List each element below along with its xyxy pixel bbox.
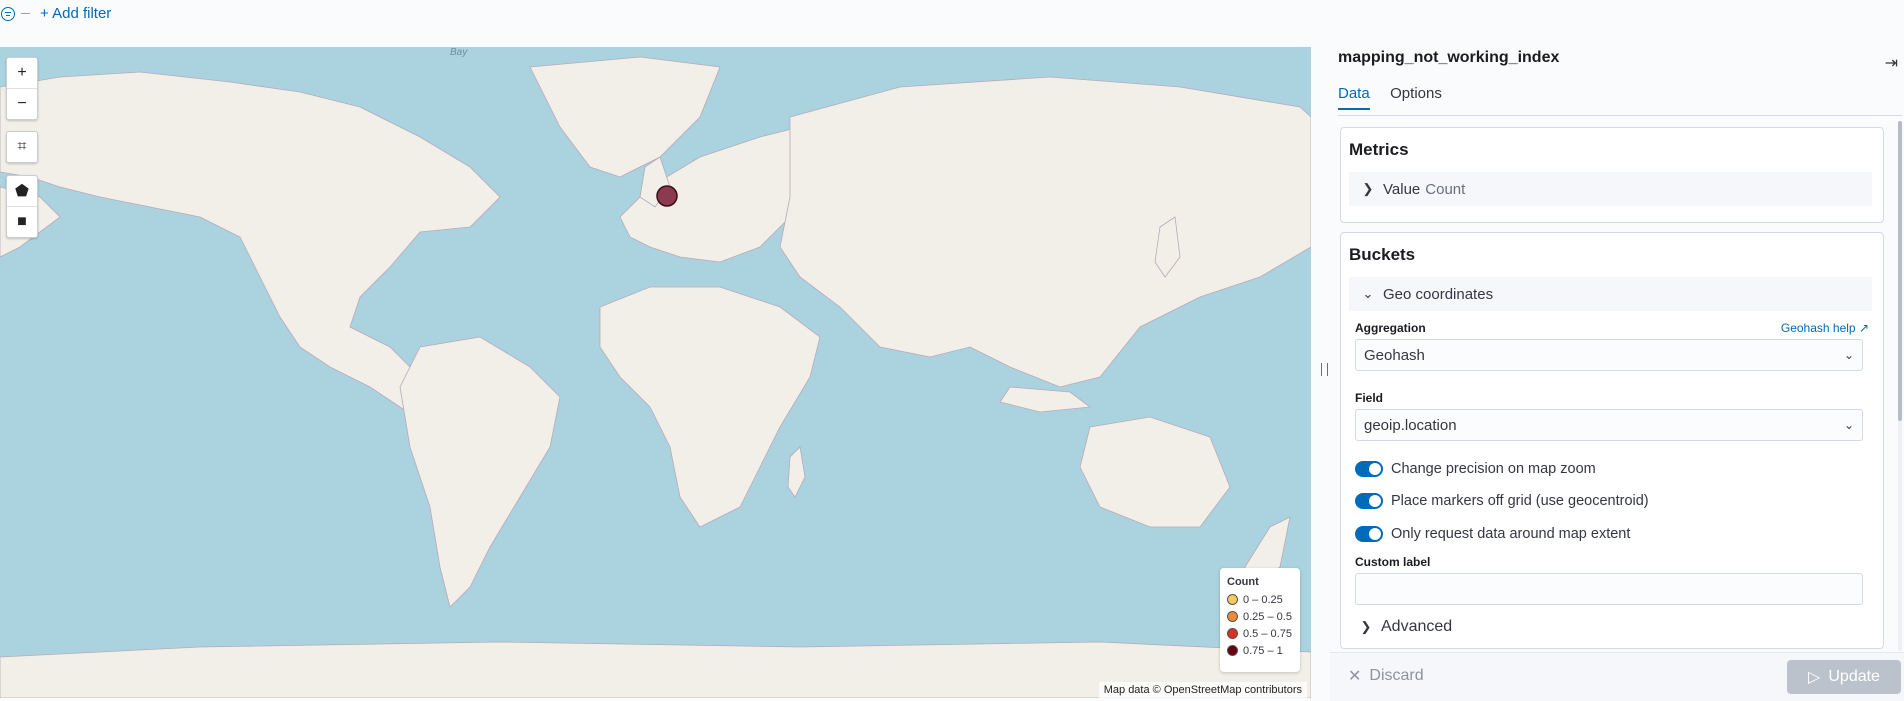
rectangle-icon: ■ xyxy=(17,213,27,230)
aggregation-select[interactable]: Geohash ⌄ xyxy=(1355,339,1863,371)
field-value: geoip.location xyxy=(1364,416,1457,434)
fit-bounds-control: ⌗ xyxy=(6,131,38,163)
switch-label: Change precision on map zoom xyxy=(1391,461,1596,477)
switch-knob xyxy=(1369,528,1381,540)
map-canvas[interactable]: Bay + − ⌗ ⬟ ■ Count 0 – 0.25 0.25 – 0.5 … xyxy=(0,47,1311,698)
legend-swatch xyxy=(1227,645,1238,656)
zoom-out-button[interactable]: − xyxy=(7,88,37,119)
switch-knob xyxy=(1369,463,1381,475)
discard-button[interactable]: ✕ Discard xyxy=(1348,666,1424,686)
buckets-title: Buckets xyxy=(1349,245,1416,264)
map-attribution[interactable]: Map data © OpenStreetMap contributors xyxy=(1098,682,1307,698)
zoom-in-icon: + xyxy=(17,64,27,81)
draw-rectangle-button[interactable]: ■ xyxy=(7,206,37,237)
external-link-icon: ↗ xyxy=(1858,321,1869,335)
aggregation-label: Aggregation xyxy=(1355,321,1426,335)
geocentroid-switch-row: Place markers off grid (use geocentroid) xyxy=(1355,493,1649,509)
close-icon: ✕ xyxy=(1348,668,1362,685)
advanced-label: Advanced xyxy=(1381,618,1453,635)
filter-icon[interactable] xyxy=(1,7,15,21)
chevron-down-icon: ⌄ xyxy=(1843,348,1854,362)
map-legend: Count 0 – 0.25 0.25 – 0.5 0.5 – 0.75 0.7… xyxy=(1220,568,1300,672)
legend-label: 0.5 – 0.75 xyxy=(1243,627,1292,640)
filter-divider xyxy=(21,13,30,14)
add-filter-link[interactable]: + Add filter xyxy=(40,5,111,22)
metrics-title: Metrics xyxy=(1349,140,1409,159)
chevron-right-icon: ❯ xyxy=(1360,619,1372,634)
geohash-help-link[interactable]: Geohash help ↗ xyxy=(1781,321,1869,335)
play-icon: ▷ xyxy=(1808,669,1821,686)
metrics-panel: Metrics ❯ Value Count xyxy=(1340,127,1884,223)
extent-switch-row: Only request data around map extent xyxy=(1355,526,1630,542)
legend-item: 0.25 – 0.5 xyxy=(1227,608,1293,625)
custom-label-label: Custom label xyxy=(1355,555,1431,569)
legend-label: 0.25 – 0.5 xyxy=(1243,610,1292,623)
zoom-control: + − xyxy=(6,57,38,120)
geo-coordinates-accordion[interactable]: ⌄ Geo coordinates xyxy=(1349,277,1872,311)
sidebar-tabs: Data Options xyxy=(1338,85,1902,116)
panel-resize-handle[interactable] xyxy=(1321,363,1328,376)
precision-switch-row: Change precision on map zoom xyxy=(1355,461,1596,477)
legend-label: 0.75 – 1 xyxy=(1243,644,1283,657)
metric-value: Count xyxy=(1425,180,1466,198)
sidebar-footer: ✕ Discard ▷ Update xyxy=(1330,652,1904,701)
chevron-down-icon: ⌄ xyxy=(1843,418,1854,432)
geohash-help-text: Geohash help xyxy=(1780,321,1856,335)
advanced-toggle[interactable]: ❯ Advanced xyxy=(1355,618,1453,636)
legend-item: 0.5 – 0.75 xyxy=(1227,625,1293,642)
update-button[interactable]: ▷ Update xyxy=(1787,660,1901,694)
aggregation-value: Geohash xyxy=(1364,346,1425,364)
legend-item: 0 – 0.25 xyxy=(1227,591,1293,608)
tab-options[interactable]: Options xyxy=(1390,85,1442,108)
fit-bounds-button[interactable]: ⌗ xyxy=(7,132,37,162)
draw-control: ⬟ ■ xyxy=(6,175,38,238)
switch-label: Place markers off grid (use geocentroid) xyxy=(1391,493,1649,509)
legend-item: 0.75 – 1 xyxy=(1227,642,1293,659)
collapse-sidebar-icon[interactable]: ⇥ xyxy=(1885,53,1898,73)
chevron-right-icon: ❯ xyxy=(1362,181,1374,196)
crop-icon: ⌗ xyxy=(17,138,27,155)
marker-layer xyxy=(656,185,678,207)
discard-label: Discard xyxy=(1369,667,1424,684)
zoom-out-icon: − xyxy=(17,95,27,112)
precision-switch[interactable] xyxy=(1355,461,1383,477)
zoom-in-button[interactable]: + xyxy=(7,58,37,88)
extent-switch[interactable] xyxy=(1355,526,1383,542)
legend-swatch xyxy=(1227,594,1238,605)
switch-knob xyxy=(1369,495,1381,507)
legend-swatch xyxy=(1227,611,1238,622)
legend-swatch xyxy=(1227,628,1238,639)
geo-marker xyxy=(656,185,678,207)
sidebar-scrollbar-thumb[interactable] xyxy=(1898,121,1902,421)
sidebar-title: mapping_not_working_index xyxy=(1338,49,1560,66)
geocentroid-switch[interactable] xyxy=(1355,493,1383,509)
switch-label: Only request data around map extent xyxy=(1391,526,1631,542)
polygon-icon: ⬟ xyxy=(15,183,29,200)
legend-label: 0 – 0.25 xyxy=(1243,593,1283,606)
legend-title: Count xyxy=(1227,576,1259,588)
filter-bar: + Add filter xyxy=(0,0,1904,46)
metric-label: Value xyxy=(1383,180,1421,198)
custom-label-input[interactable] xyxy=(1355,573,1863,605)
update-label: Update xyxy=(1828,668,1880,685)
field-select[interactable]: geoip.location ⌄ xyxy=(1355,409,1863,441)
buckets-panel: Buckets ⌄ Geo coordinates Aggregation Ge… xyxy=(1340,232,1884,649)
metric-value-accordion[interactable]: ❯ Value Count xyxy=(1349,172,1872,206)
chevron-down-icon: ⌄ xyxy=(1362,286,1374,301)
field-label: Field xyxy=(1355,391,1384,405)
group-label: Geo coordinates xyxy=(1383,285,1494,303)
draw-polygon-button[interactable]: ⬟ xyxy=(7,176,37,206)
tab-data[interactable]: Data xyxy=(1338,85,1370,110)
editor-sidebar: mapping_not_working_index ⇥ Data Options… xyxy=(1330,47,1904,701)
